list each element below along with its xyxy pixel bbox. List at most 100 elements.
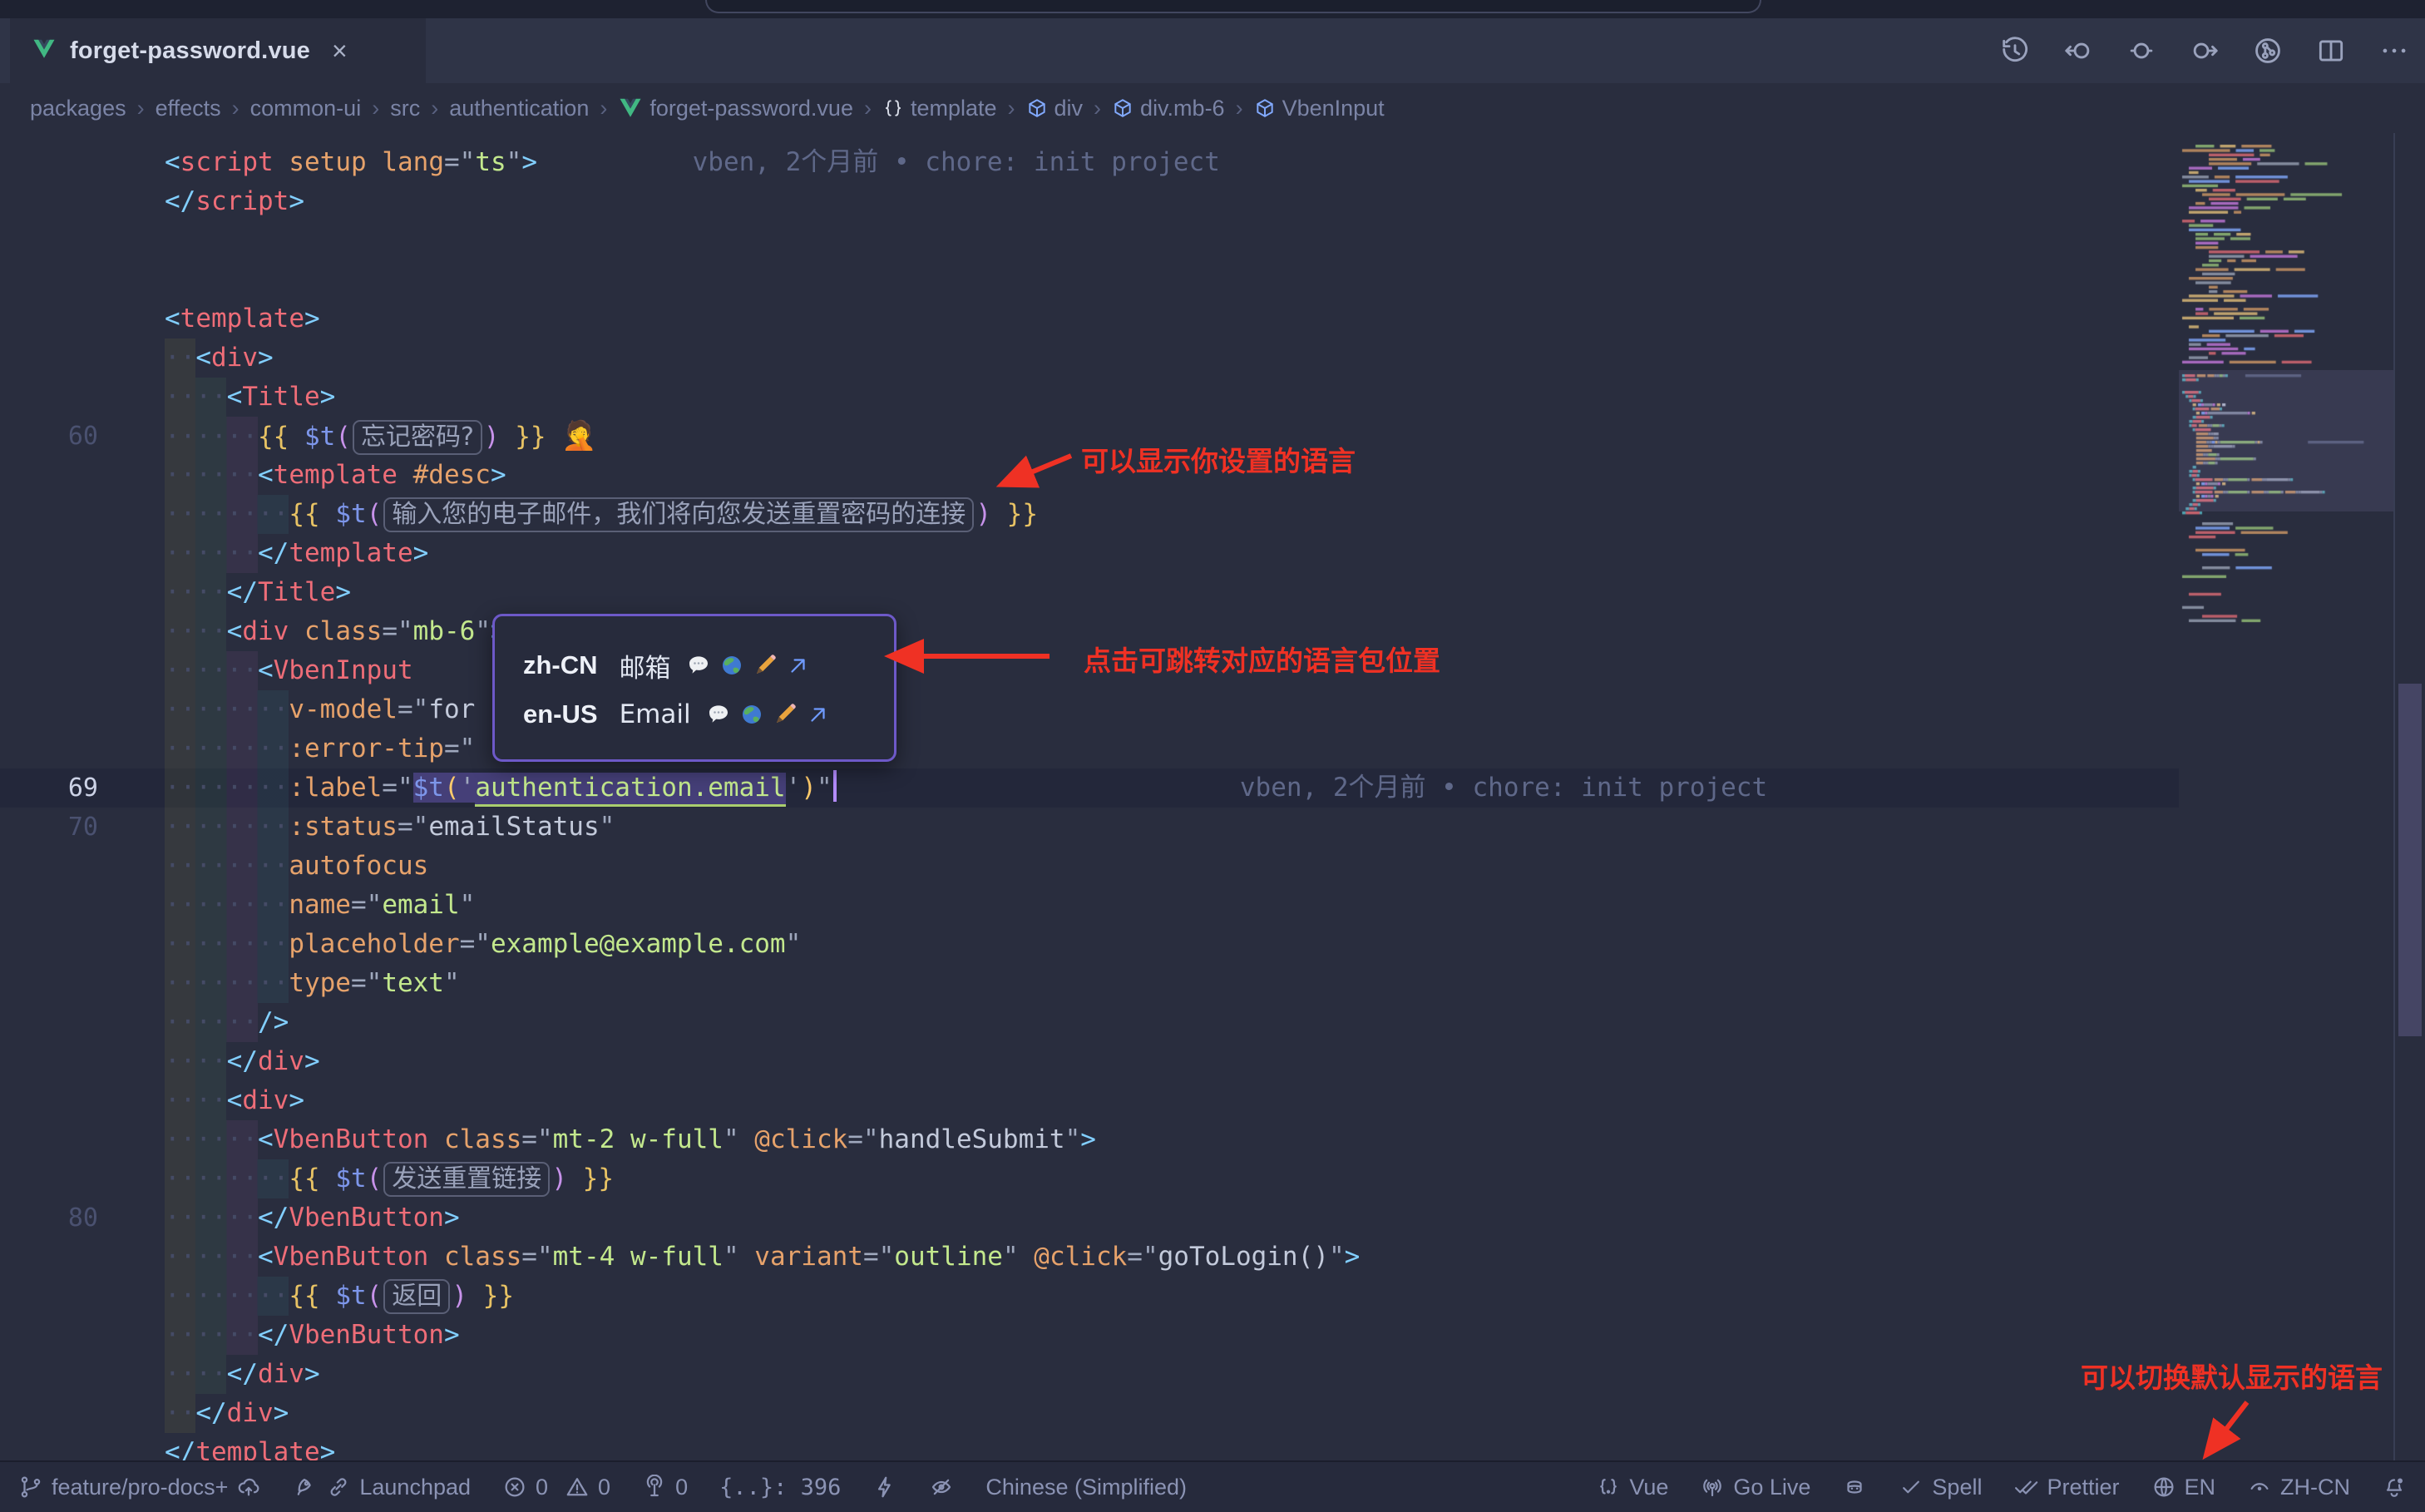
spell-label: Spell [1932,1475,1982,1500]
prettier-status[interactable]: Prettier [2013,1475,2119,1500]
problems-warnings[interactable]: 0 [565,1475,610,1500]
split-editor-icon[interactable] [2315,35,2347,67]
bolt-status[interactable] [872,1475,897,1500]
code-editor[interactable]: <script setup lang="ts"> vben, 2个月前 • ch… [0,133,2425,1460]
breadcrumb-item-forget-password-vue[interactable]: forget-password.vue [618,96,853,121]
nav-back-icon[interactable] [2062,35,2094,67]
code-line[interactable]: 69········:label="$t('authentication.ema… [0,768,2179,808]
code-line[interactable]: ····<div> [0,1081,2179,1120]
code-token: " [413,694,429,724]
i18n-inline-annotation[interactable]: 返回 [383,1279,450,1314]
i18n-inline-annotation[interactable]: 发送重置链接 [383,1162,550,1197]
globe-emoji-icon[interactable] [719,653,744,678]
launchpad-button[interactable]: Launchpad [293,1475,471,1500]
code-line[interactable] [0,260,2179,299]
breadcrumb-item-div-mb-6[interactable]: div.mb-6 [1112,96,1225,121]
display-language-en[interactable]: EN [2151,1475,2216,1500]
code-token: div [242,616,289,646]
code-line[interactable]: ······</VbenButton> [0,1316,2179,1355]
minimap-viewport[interactable] [2179,370,2393,511]
code-line[interactable]: ····<Title> [0,378,2179,417]
spell-checker[interactable]: Spell [1899,1475,1982,1500]
code-line[interactable]: ······<VbenButton class="mt-2 w-full" @c… [0,1120,2179,1159]
code-line[interactable]: <script setup lang="ts"> vben, 2个月前 • ch… [0,143,2179,182]
close-icon[interactable]: × [332,37,348,64]
code-line[interactable]: ········autofocus [0,847,2179,886]
code-line[interactable]: ····</Title> [0,573,2179,612]
copilot-status[interactable] [1842,1475,1867,1500]
radio-tower-icon [642,1475,667,1500]
history-icon[interactable] [1999,35,2031,67]
warning-icon [565,1475,590,1500]
pencil-icon[interactable] [753,653,778,678]
pencil-icon[interactable] [773,702,798,727]
chevron-right-icon: › [137,96,145,121]
code-line[interactable]: ······<VbenButton class="mt-4 w-full" va… [0,1238,2179,1277]
go-live-button[interactable]: Go Live [1700,1475,1810,1500]
vue-language-server[interactable]: Vue [1596,1475,1668,1500]
tab-forget-password[interactable]: forget-password.vue × [10,18,426,83]
code-line[interactable]: </template> [0,1433,2179,1460]
code-line[interactable]: ····</div> [0,1355,2179,1394]
nav-forward-icon[interactable] [2189,35,2220,67]
code-line[interactable]: ··</div> [0,1394,2179,1433]
notifications-bell[interactable] [2382,1475,2407,1500]
code-token: > [413,538,429,568]
code-token [289,422,304,452]
vertical-scrollbar[interactable] [2398,684,2422,1036]
minimap[interactable] [2179,133,2393,1460]
go-live-label: Go Live [1733,1475,1810,1500]
ports-status[interactable]: 0 [642,1475,688,1500]
code-token [567,1164,583,1193]
code-line[interactable]: ········type="text" [0,964,2179,1003]
git-graph-icon[interactable] [2252,35,2284,67]
code-line[interactable]: 80······</VbenButton> [0,1198,2179,1238]
code-line[interactable]: ··<div> [0,338,2179,378]
globe-emoji-icon[interactable] [739,702,764,727]
speech-balloon-icon[interactable] [706,702,731,727]
code-line[interactable]: ······</template> [0,534,2179,573]
code-token: VbenInput [274,655,413,685]
breadcrumb-item-src[interactable]: src [390,96,420,121]
code-line[interactable]: ······/> [0,1003,2179,1042]
code-token: $t [413,773,444,803]
code-line[interactable]: ····</div> [0,1042,2179,1081]
code-line[interactable]: ········{{ $t(输入您的电子邮件，我们将向您发送重置密码的连接) }… [0,495,2179,534]
i18n-entry-en-us: en-US Email [523,699,894,729]
code-line[interactable]: <template> [0,299,2179,338]
breadcrumb-item-template[interactable]: template [882,96,997,121]
code-line[interactable]: ········{{ $t(返回) }} [0,1277,2179,1316]
breadcrumb-item-vbeninput[interactable]: VbenInput [1254,96,1385,121]
code-line[interactable]: </script> [0,182,2179,221]
whitespace-dots: ···· [165,1085,227,1115]
language-mode[interactable]: Chinese (Simplified) [985,1475,1187,1500]
code-line[interactable]: ········placeholder="example@example.com… [0,925,2179,964]
breadcrumb-item-common-ui[interactable]: common-ui [250,96,362,121]
breadcrumb-item-effects[interactable]: effects [156,96,221,121]
code-line[interactable] [0,221,2179,260]
display-language-zh-cn[interactable]: ZH-CN [2247,1475,2350,1500]
speech-balloon-icon[interactable] [686,653,711,678]
code-token: }} [583,1164,614,1193]
code-line[interactable]: ········:error-tip=" [0,729,2179,768]
jump-icon[interactable] [786,653,811,678]
i18n-inline-annotation[interactable]: 输入您的电子邮件，我们将向您发送重置密码的连接 [383,497,974,532]
whitespace-dots: ······ [165,460,258,490]
code-token: ) [452,1281,467,1311]
code-line[interactable]: ········v-model="for [0,690,2179,729]
i18n-inline-annotation[interactable]: 忘记密码? [353,420,482,455]
code-line[interactable]: ········{{ $t(发送重置链接) }} [0,1159,2179,1198]
circle-dash-icon[interactable] [2126,35,2157,67]
code-line[interactable]: 70········:status="emailStatus" [0,808,2179,847]
more-icon[interactable] [2378,35,2410,67]
rocket-icon [293,1475,318,1500]
git-branch-status[interactable]: feature/pro-docs+ [18,1475,261,1500]
breadcrumb-item-authentication[interactable]: authentication [449,96,589,121]
visibility-toggle[interactable] [929,1475,954,1500]
breadcrumb-item-packages[interactable]: packages [30,96,126,121]
jump-icon[interactable] [806,702,831,727]
code-line[interactable]: ········name="email" [0,886,2179,925]
problems-errors[interactable]: 0 [502,1475,548,1500]
breadcrumb-item-div[interactable]: div [1026,96,1084,121]
i18n-keys-count[interactable]: {..}: 396 [719,1475,841,1500]
